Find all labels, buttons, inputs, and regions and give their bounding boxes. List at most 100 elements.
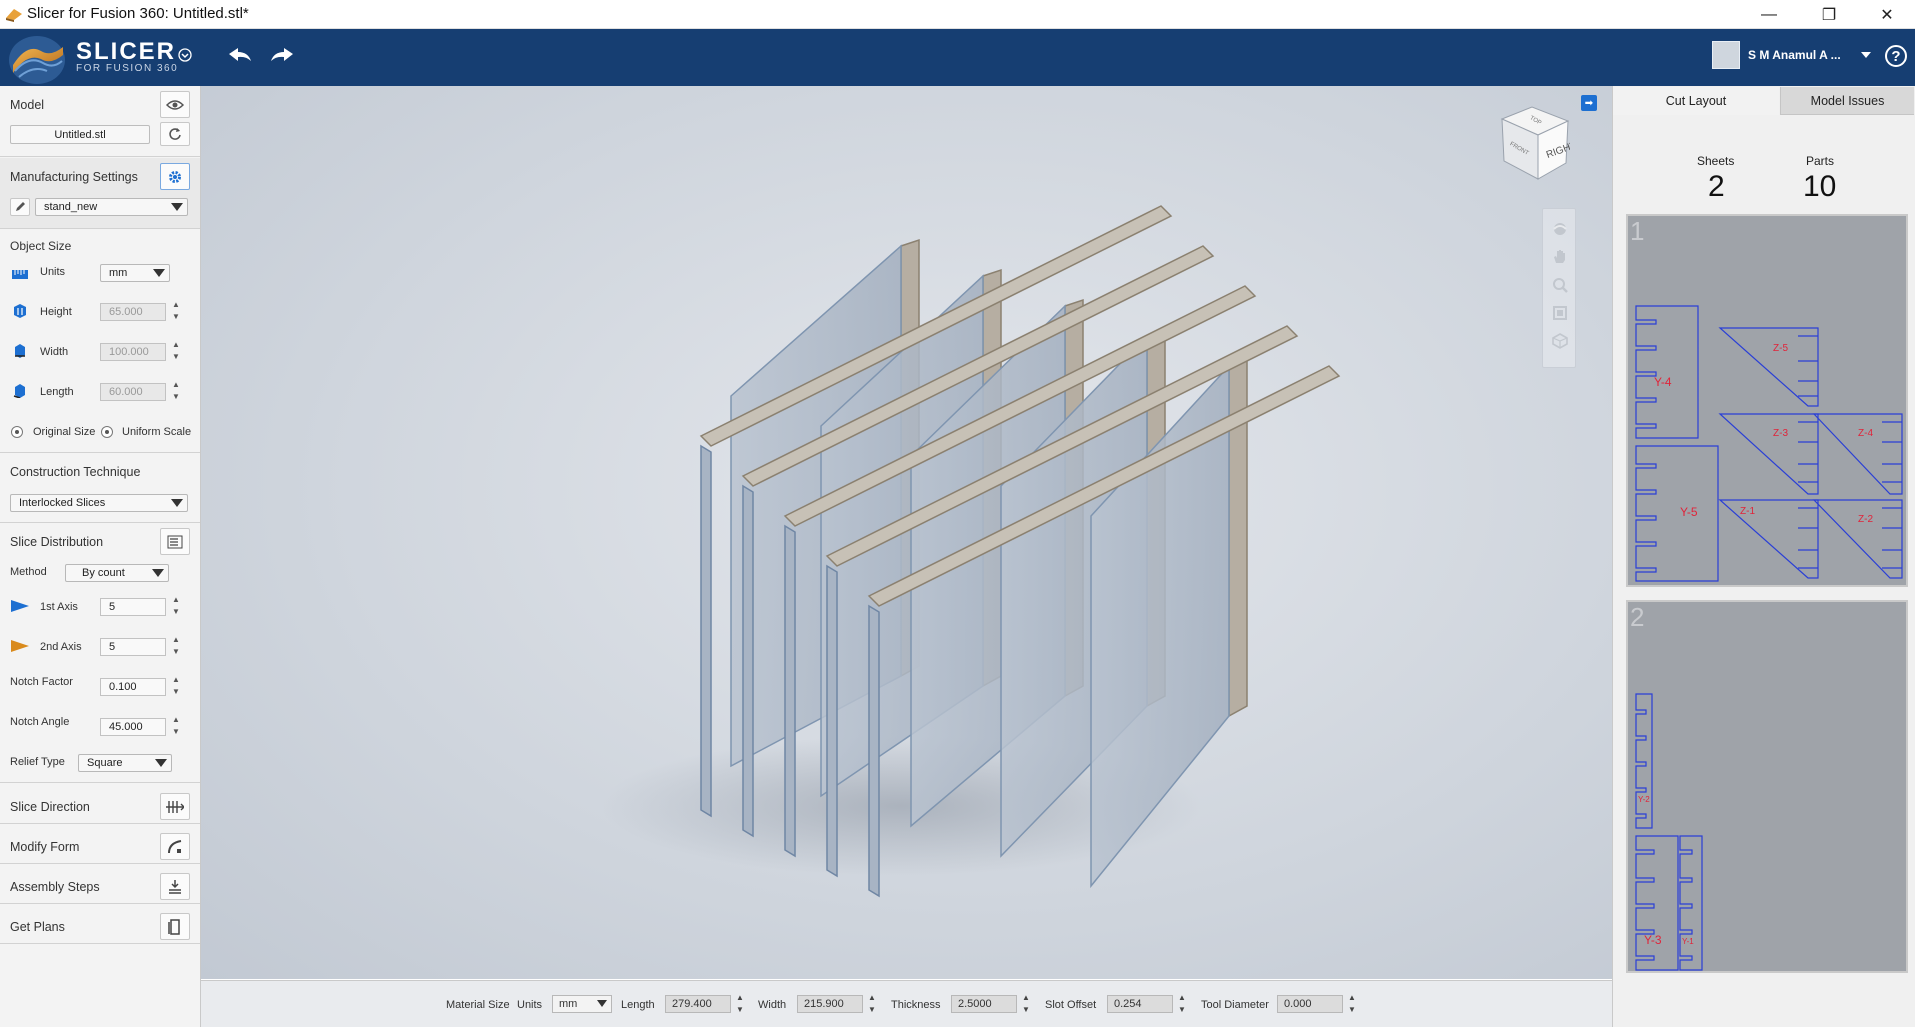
material-width-field[interactable]: 215.900 <box>797 995 863 1013</box>
first-axis-field[interactable]: 5 <box>100 598 166 616</box>
length-stepper[interactable]: ▲ ▼ <box>170 379 182 405</box>
model-file-button[interactable]: Untitled.stl <box>10 125 150 144</box>
tool-diameter-stepper[interactable]: ▲ ▼ <box>1346 992 1358 1018</box>
modify-form-button[interactable] <box>160 833 190 860</box>
orbit-icon[interactable] <box>1552 221 1568 237</box>
assembly-steps-icon <box>169 879 181 894</box>
avatar <box>1712 41 1740 69</box>
relief-type-dropdown[interactable]: Square <box>78 754 172 772</box>
thickness-field[interactable]: 2.5000 <box>951 995 1017 1013</box>
cut-sheet-1[interactable]: 1 Y-4 Y-5 Z-5 Z-3 Z-4 Z-1 Z-2 <box>1626 214 1908 587</box>
part-label: Z-5 <box>1773 343 1788 354</box>
cut-sheet-2[interactable]: 2 Y-2 Y-3 Y-1 <box>1626 600 1908 973</box>
units-dropdown[interactable]: mm <box>100 264 170 282</box>
preset-dropdown[interactable]: stand_new <box>35 198 188 216</box>
uniform-scale-radio[interactable] <box>101 426 113 438</box>
material-length-field[interactable]: 279.400 <box>665 995 731 1013</box>
notch-factor-field[interactable]: 0.100 <box>100 678 166 696</box>
part-label: Y-2 <box>1638 795 1650 804</box>
eye-icon <box>166 99 184 110</box>
get-plans-label: Get Plans <box>10 920 65 934</box>
edit-preset-button[interactable] <box>10 198 30 216</box>
notch-factor-label: Notch Factor <box>10 676 73 688</box>
width-cube-icon <box>15 344 25 358</box>
slice-edge <box>868 604 880 898</box>
visibility-eye-button[interactable] <box>160 91 190 118</box>
minimize-button[interactable]: — <box>1742 0 1796 29</box>
slot-offset-field[interactable]: 0.254 <box>1107 995 1173 1013</box>
manufacturing-settings-button[interactable] <box>160 163 190 190</box>
length-field[interactable]: 60.000 <box>100 383 166 401</box>
refresh-model-button[interactable] <box>160 122 190 146</box>
close-button[interactable]: ✕ <box>1860 0 1914 29</box>
modify-form-label: Modify Form <box>10 840 80 854</box>
material-length-stepper[interactable]: ▲ ▼ <box>734 992 746 1018</box>
window-title: Slicer for Fusion 360: Untitled.stl* <box>27 5 249 22</box>
window-title-bar: Slicer for Fusion 360: Untitled.stl* — ❐… <box>0 0 1915 29</box>
units-label: Units <box>40 266 66 278</box>
parts-label: Parts <box>1806 154 1835 168</box>
user-account-menu[interactable]: S M Anamul A ... <box>1712 40 1871 70</box>
zoom-magnifier-icon[interactable] <box>1552 277 1568 293</box>
sliced-model-render <box>601 205 1341 898</box>
method-dropdown[interactable]: By count <box>65 564 169 582</box>
arrow-right-icon: ➡ <box>1584 97 1594 109</box>
notch-angle-label: Notch Angle <box>10 716 70 728</box>
material-size-bar: Material Size Units mm Length 279.400 ▲ ▼… <box>201 980 1612 1027</box>
redo-icon[interactable] <box>268 45 296 65</box>
3d-viewport[interactable] <box>201 86 1612 979</box>
restore-button[interactable]: ❐ <box>1802 0 1856 29</box>
part-label: Y-3 <box>1644 933 1662 947</box>
original-size-label: Original Size <box>33 426 96 438</box>
height-stepper[interactable]: ▲ ▼ <box>170 299 182 325</box>
part-label: Z-4 <box>1858 428 1873 439</box>
tool-diameter-field[interactable]: 0.000 <box>1277 995 1343 1013</box>
original-size-radio[interactable] <box>11 426 23 438</box>
material-width-label: Width <box>758 999 787 1011</box>
first-axis-stepper[interactable]: ▲ ▼ <box>170 594 182 620</box>
construction-technique-label: Construction Technique <box>10 465 141 479</box>
fit-to-window-icon[interactable] <box>1552 305 1568 321</box>
length-label: Length <box>40 386 74 398</box>
chevron-down-icon <box>597 1000 607 1007</box>
object-size-label: Object Size <box>10 239 72 253</box>
slice-edge <box>700 444 712 818</box>
method-value: By count <box>82 567 125 579</box>
width-stepper[interactable]: ▲ ▼ <box>170 339 182 365</box>
undo-icon[interactable] <box>226 45 254 65</box>
tab-cut-layout[interactable]: Cut Layout <box>1613 87 1779 115</box>
logo-subtext: FOR FUSION 360 <box>76 63 179 74</box>
slice-direction-button[interactable] <box>160 793 190 820</box>
logo-menu-chevron-icon[interactable] <box>178 48 192 62</box>
assembly-steps-button[interactable] <box>160 873 190 900</box>
slice-edge <box>784 524 796 858</box>
manufacturing-settings-label: Manufacturing Settings <box>10 170 138 184</box>
height-field[interactable]: 65.000 <box>100 303 166 321</box>
height-cube-icon <box>14 304 26 318</box>
help-icon[interactable]: ? <box>1885 45 1907 67</box>
tab-model-issues[interactable]: Model Issues <box>1780 87 1914 115</box>
material-units-dropdown[interactable]: mm <box>552 995 612 1013</box>
notch-angle-field[interactable]: 45.000 <box>100 718 166 736</box>
units-value: mm <box>109 267 128 279</box>
slot-offset-stepper[interactable]: ▲ ▼ <box>1176 992 1188 1018</box>
slice-edge <box>826 564 838 878</box>
get-plans-button[interactable] <box>160 913 190 940</box>
notch-angle-stepper[interactable]: ▲ ▼ <box>170 714 182 740</box>
second-axis-field[interactable]: 5 <box>100 638 166 656</box>
material-width-stepper[interactable]: ▲ ▼ <box>866 992 878 1018</box>
view-cube[interactable]: RIGHT FRONT TOP <box>1498 105 1570 181</box>
uniform-scale-label: Uniform Scale <box>122 426 192 438</box>
thickness-stepper[interactable]: ▲ ▼ <box>1020 992 1032 1018</box>
slice-distribution-button[interactable] <box>160 528 190 555</box>
pan-hand-icon[interactable] <box>1552 249 1568 265</box>
tool-diameter-label: Tool Diameter <box>1201 999 1269 1011</box>
width-field[interactable]: 100.000 <box>100 343 166 361</box>
notch-factor-stepper[interactable]: ▲ ▼ <box>170 674 182 700</box>
material-size-label: Material Size <box>446 999 510 1011</box>
view-options-icon[interactable] <box>1552 333 1568 349</box>
second-axis-stepper[interactable]: ▲ ▼ <box>170 634 182 660</box>
sheet-1-parts: Y-4 Y-5 Z-5 Z-3 Z-4 Z-1 Z-2 <box>1635 305 1903 582</box>
construction-technique-dropdown[interactable]: Interlocked Slices <box>10 494 188 512</box>
collapse-panel-button[interactable]: ➡ <box>1581 95 1597 111</box>
